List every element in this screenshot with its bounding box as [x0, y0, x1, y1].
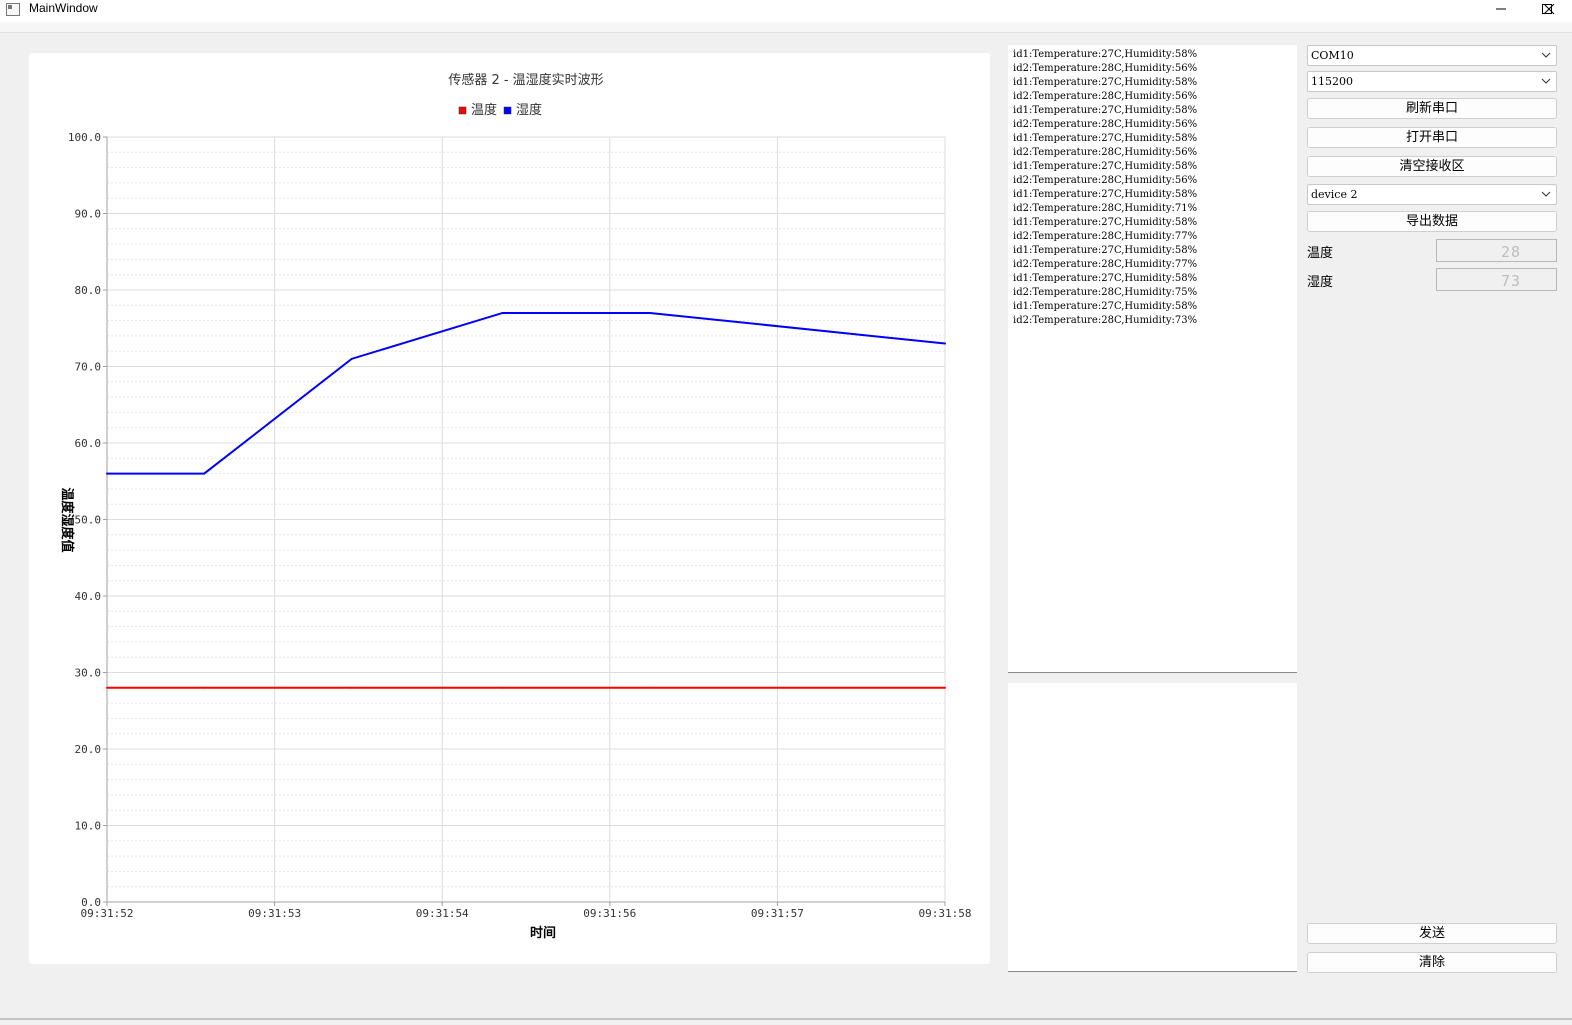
device-value: device 2 — [1311, 188, 1358, 201]
receive-line: id1:Temperature:27C,Humidity:58% — [1013, 301, 1198, 312]
data-point — [350, 357, 353, 360]
receive-line: id2:Temperature:28C,Humidity:77% — [1013, 259, 1198, 270]
receive-line: id1:Temperature:27C,Humidity:58% — [1013, 77, 1198, 88]
device-select[interactable]: device 2 — [1307, 184, 1557, 205]
humidity-label: 湿度 — [1307, 275, 1334, 290]
data-point — [106, 472, 108, 475]
data-point — [501, 686, 504, 689]
y-axis-title: 温度湿度值 — [59, 487, 75, 552]
chevron-down-icon — [1541, 191, 1551, 197]
humidity-lcd: 73 — [1436, 268, 1557, 291]
receive-line: id1:Temperature:27C,Humidity:58% — [1013, 217, 1198, 228]
receive-line: id1:Temperature:27C,Humidity:58% — [1013, 245, 1198, 256]
receive-line: id1:Temperature:27C,Humidity:58% — [1013, 49, 1198, 60]
y-tick-label: 10.0 — [75, 820, 102, 833]
x-tick-label: 09:31:53 — [248, 907, 301, 920]
data-point — [350, 686, 353, 689]
port-value: COM10 — [1311, 49, 1354, 62]
chevron-down-icon — [1541, 78, 1551, 84]
baud-select[interactable]: 115200 — [1307, 71, 1557, 92]
close-icon — [1543, 4, 1555, 15]
temperature-label: 温度 — [1307, 246, 1334, 261]
y-tick-label: 100.0 — [68, 131, 101, 144]
temperature-value: 28 — [1500, 243, 1521, 261]
legend-label: 温度 — [471, 102, 497, 118]
receive-line: id2:Temperature:28C,Humidity:77% — [1013, 231, 1198, 242]
data-point — [649, 311, 652, 314]
receive-line: id1:Temperature:27C,Humidity:58% — [1013, 161, 1198, 172]
data-point — [944, 342, 946, 345]
legend-marker — [503, 106, 512, 115]
chevron-down-icon — [1541, 52, 1551, 58]
receive-line: id2:Temperature:28C,Humidity:71% — [1013, 203, 1198, 214]
minimize-icon — [1496, 8, 1506, 10]
clear-receive-button[interactable]: 清空接收区 — [1307, 156, 1557, 177]
y-tick-label: 30.0 — [75, 667, 102, 680]
close-button[interactable] — [1526, 0, 1572, 22]
y-tick-label: 50.0 — [75, 514, 102, 527]
waveform-chart: 0.010.020.030.040.050.060.070.080.090.01… — [59, 72, 972, 941]
receive-line: id1:Temperature:27C,Humidity:58% — [1013, 105, 1198, 116]
legend-marker — [458, 106, 467, 115]
menu-bar — [0, 22, 1572, 33]
humidity-value: 73 — [1500, 272, 1521, 290]
data-point — [649, 686, 652, 689]
y-tick-label: 20.0 — [75, 743, 102, 756]
receive-line: id2:Temperature:28C,Humidity:56% — [1013, 119, 1198, 130]
send-input[interactable] — [1008, 683, 1297, 972]
receive-line: id1:Temperature:27C,Humidity:58% — [1013, 189, 1198, 200]
receive-line: id2:Temperature:28C,Humidity:56% — [1013, 175, 1198, 186]
x-axis-title: 时间 — [530, 925, 556, 941]
receive-area[interactable]: id1:Temperature:27C,Humidity:58% id2:Temp… — [1008, 45, 1297, 673]
port-select[interactable]: COM10 — [1307, 45, 1557, 66]
series-line-humidity — [107, 311, 946, 475]
data-point — [501, 311, 504, 314]
title-bar: MainWindow — [0, 0, 1572, 22]
receive-line: id2:Temperature:28C,Humidity:56% — [1013, 91, 1198, 102]
temperature-lcd: 28 — [1436, 239, 1557, 262]
minimize-button[interactable] — [1478, 0, 1524, 22]
send-button[interactable]: 发送 — [1307, 923, 1557, 944]
app-icon — [6, 3, 20, 16]
x-tick-label: 09:31:57 — [751, 907, 804, 920]
refresh-port-button[interactable]: 刷新串口 — [1307, 98, 1557, 119]
receive-line: id2:Temperature:28C,Humidity:75% — [1013, 287, 1198, 298]
x-tick-label: 09:31:52 — [81, 907, 134, 920]
data-point — [203, 686, 206, 689]
y-tick-label: 70.0 — [75, 361, 102, 374]
legend-label: 湿度 — [516, 102, 542, 118]
data-point — [106, 686, 108, 689]
open-port-button[interactable]: 打开串口 — [1307, 127, 1557, 148]
window-bottom-edge — [0, 1018, 1572, 1020]
y-tick-label: 80.0 — [75, 284, 102, 297]
y-tick-label: 90.0 — [75, 208, 102, 221]
receive-line: id1:Temperature:27C,Humidity:58% — [1013, 273, 1198, 284]
y-tick-label: 40.0 — [75, 590, 102, 603]
x-tick-label: 09:31:54 — [416, 907, 469, 920]
x-tick-label: 09:31:58 — [919, 907, 972, 920]
receive-line: id2:Temperature:28C,Humidity:56% — [1013, 147, 1198, 158]
window-title: MainWindow — [29, 1, 98, 15]
chart-title: 传感器 2 - 温湿度实时波形 — [448, 72, 603, 88]
receive-line: id2:Temperature:28C,Humidity:73% — [1013, 315, 1198, 326]
chart-panel: 0.0 10.0 20.0 30.0 40.0 50.0 60.0 70.0 80.0 90.0 1… — [29, 53, 990, 964]
data-point — [203, 472, 206, 475]
receive-line: id2:Temperature:28C,Humidity:56% — [1013, 63, 1198, 74]
clear-button[interactable]: 清除 — [1307, 952, 1557, 973]
data-point — [944, 686, 946, 689]
receive-line: id1:Temperature:27C,Humidity:58% — [1013, 133, 1198, 144]
x-tick-label: 09:31:56 — [583, 907, 636, 920]
receive-lines: id1:Temperature:27C,Humidity:58% id2:Temp… — [1008, 45, 1297, 328]
export-data-button[interactable]: 导出数据 — [1307, 211, 1557, 232]
y-tick-label: 60.0 — [75, 437, 102, 450]
baud-value: 115200 — [1311, 75, 1353, 88]
